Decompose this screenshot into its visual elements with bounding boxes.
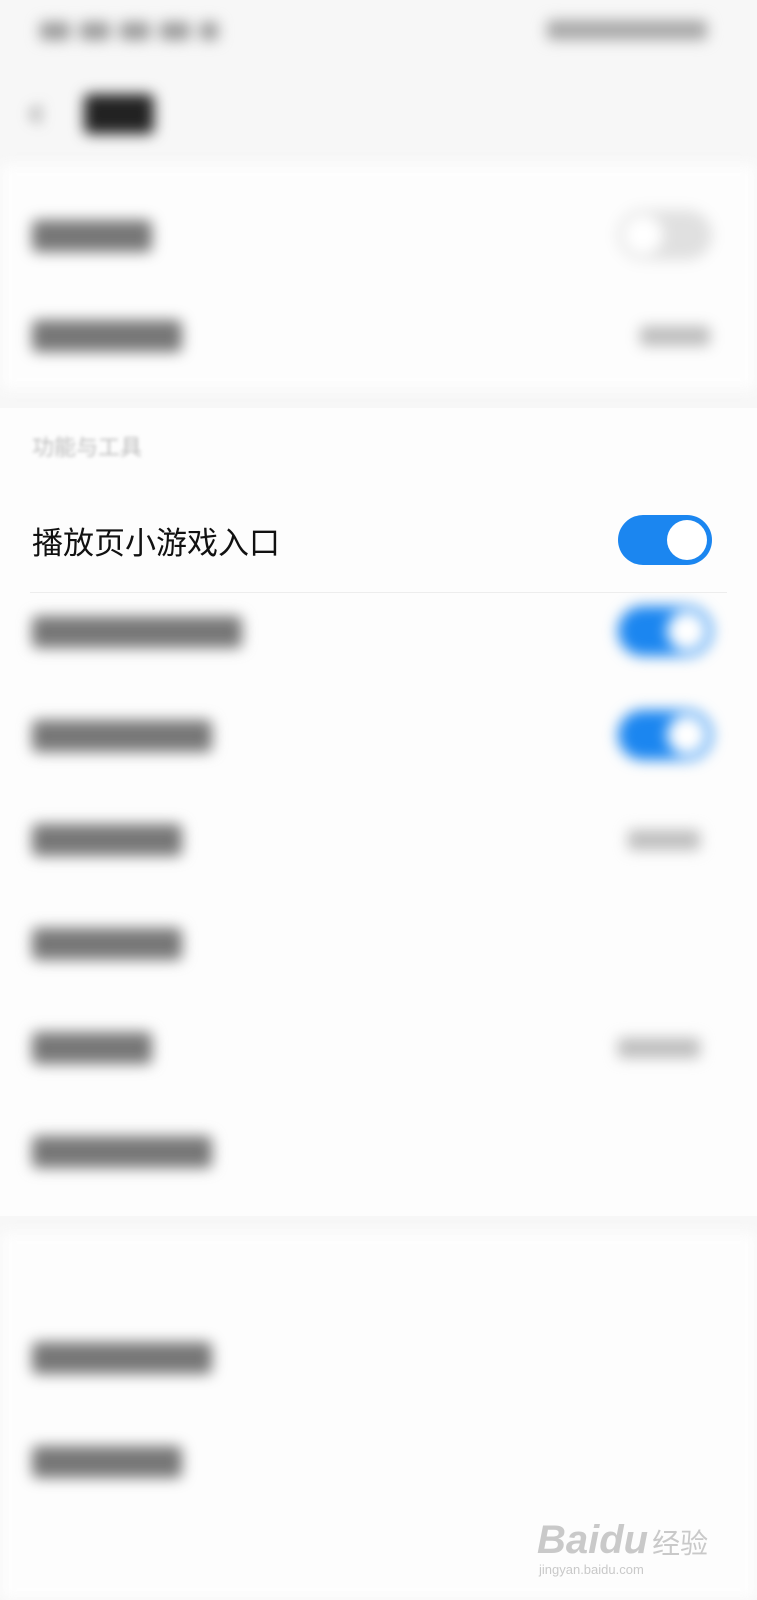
row-label (32, 824, 182, 856)
settings-row[interactable] (0, 580, 757, 684)
settings-row-game-entry[interactable]: 播放页小游戏入口 (0, 488, 757, 592)
settings-row[interactable] (0, 284, 757, 388)
settings-row[interactable] (0, 892, 757, 996)
status-time (537, 18, 707, 44)
status-bar (0, 0, 757, 64)
row-toggle[interactable] (618, 710, 712, 760)
row-toggle[interactable] (618, 210, 712, 260)
section-header-tools: 功能与工具 (32, 436, 143, 461)
row-label (32, 1446, 182, 1478)
game-entry-toggle[interactable] (618, 515, 712, 565)
page-title (84, 94, 154, 134)
row-label (32, 720, 212, 752)
divider (30, 592, 727, 593)
row-label: 播放页小游戏入口 (32, 526, 280, 562)
settings-card-top (0, 164, 757, 390)
baidu-logo-icon: Baidu 经验 jingyan.baidu.com (537, 1518, 709, 1577)
settings-row[interactable] (0, 1306, 757, 1410)
toggle-knob (667, 520, 707, 560)
settings-row[interactable] (0, 684, 757, 788)
chevron-left-icon[interactable]: ‹ (28, 90, 44, 136)
row-label (32, 1032, 152, 1064)
page-header: ‹ (0, 64, 757, 164)
row-label (32, 616, 242, 648)
signal-indicators (40, 18, 240, 44)
row-value (640, 326, 710, 346)
row-label (32, 320, 182, 352)
row-toggle[interactable] (618, 606, 712, 656)
settings-row[interactable] (0, 996, 757, 1100)
row-value (628, 830, 700, 850)
row-value (618, 1038, 700, 1058)
row-label (32, 220, 152, 252)
settings-row[interactable] (0, 1100, 757, 1204)
row-label (32, 928, 182, 960)
row-label (32, 1136, 212, 1168)
settings-row[interactable] (0, 184, 757, 288)
row-label (32, 1342, 212, 1374)
settings-row[interactable] (0, 1410, 757, 1514)
settings-row[interactable] (0, 788, 757, 892)
